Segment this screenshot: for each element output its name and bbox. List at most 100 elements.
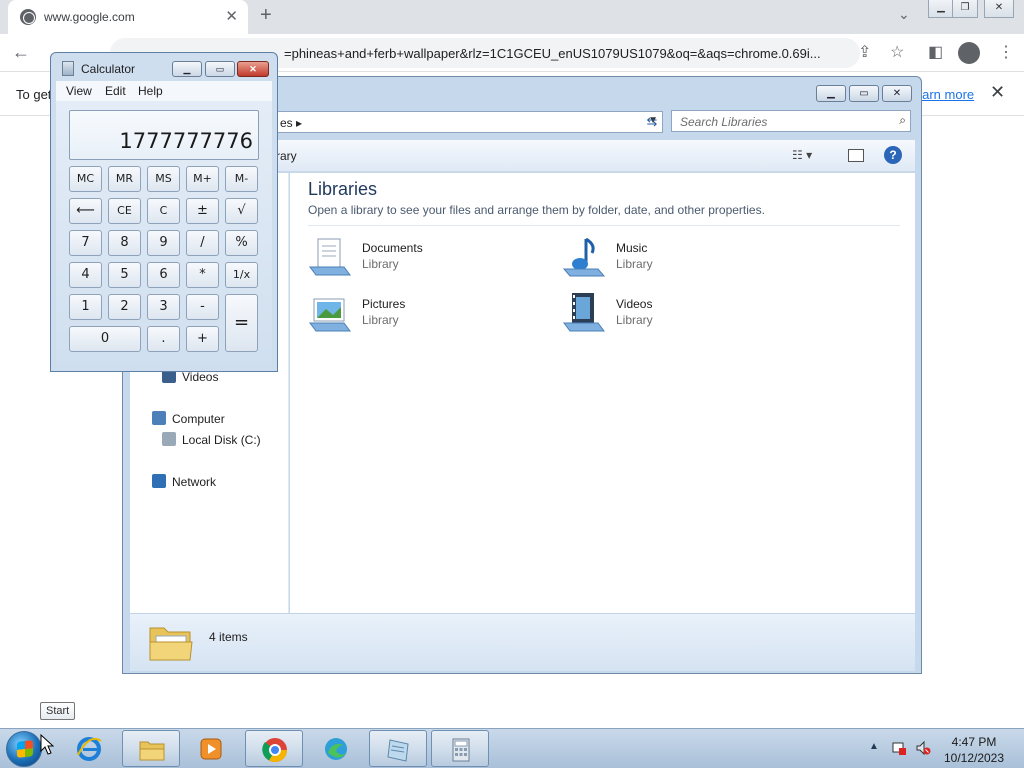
library-name: Videos <box>616 297 653 311</box>
ms-button[interactable]: MS <box>147 166 180 192</box>
taskbar-chrome[interactable] <box>245 730 303 767</box>
explorer-maximize-button[interactable]: ▭ <box>849 85 879 102</box>
browser-tab[interactable]: www.google.com ✕ <box>8 0 248 34</box>
digit-8-button[interactable]: 8 <box>108 230 141 256</box>
start-tooltip: Start <box>40 702 76 720</box>
divide-button[interactable]: / <box>186 230 219 256</box>
menu-view[interactable]: View <box>66 84 92 98</box>
notepad-icon <box>387 739 409 762</box>
search-libraries-input[interactable]: Search Libraries ⌕ <box>671 110 911 132</box>
equals-button[interactable]: = <box>225 294 258 352</box>
item-count: 4 items <box>209 630 248 644</box>
nav-item-local-disk[interactable]: Local Disk (C:) <box>162 432 261 447</box>
taskbar-windows-explorer[interactable] <box>122 730 180 767</box>
system-clock[interactable]: 4:47 PM 10/12/2023 <box>940 734 1008 766</box>
nav-item-network[interactable]: Network <box>152 474 216 489</box>
action-center-flag-icon[interactable] <box>891 740 907 756</box>
negate-button[interactable]: ± <box>186 198 219 224</box>
taskbar-calculator[interactable] <box>431 730 489 767</box>
divider <box>308 225 900 226</box>
digit-4-button[interactable]: 4 <box>69 262 102 288</box>
decimal-button[interactable]: . <box>147 326 180 352</box>
explorer-address-bar[interactable]: es ▸ ▼ <box>273 111 663 133</box>
profile-avatar-icon[interactable] <box>958 42 980 64</box>
taskbar-media-player[interactable] <box>182 730 240 767</box>
square-root-button[interactable]: √ <box>225 198 258 224</box>
library-name: Pictures <box>362 297 406 311</box>
library-documents[interactable]: Documents Library <box>308 235 528 281</box>
library-videos[interactable]: Videos Library <box>562 291 782 337</box>
digit-6-button[interactable]: 6 <box>147 262 180 288</box>
computer-icon <box>152 411 166 425</box>
taskbar: ▲ 4:47 PM 10/12/2023 <box>0 728 1024 768</box>
search-icon[interactable]: ⌕ <box>899 113 906 128</box>
digit-0-button[interactable]: 0 <box>69 326 141 352</box>
taskbar-edge[interactable] <box>307 730 365 767</box>
digit-3-button[interactable]: 3 <box>147 294 180 320</box>
taskbar-notepad[interactable] <box>369 730 427 767</box>
url-text[interactable]: =phineas+and+ferb+wallpaper&rlz=1C1GCEU_… <box>284 46 850 61</box>
pictures-icon <box>309 298 351 332</box>
share-icon[interactable]: ⇪ <box>858 42 871 62</box>
digit-7-button[interactable]: 7 <box>69 230 102 256</box>
library-pictures[interactable]: Pictures Library <box>308 291 528 337</box>
info-bar-close-icon[interactable]: ✕ <box>990 82 1005 103</box>
calculator-title: Calculator <box>81 62 136 76</box>
nav-item-computer[interactable]: Computer <box>152 411 225 426</box>
calculator-body: 1777777776 MC MR MS M+ M- ⟵ CE C ± √ 7 8… <box>56 101 272 367</box>
help-icon[interactable]: ? <box>884 146 902 164</box>
percent-button[interactable]: % <box>225 230 258 256</box>
preview-pane-icon[interactable] <box>848 149 864 162</box>
show-hidden-icons-arrow-icon[interactable]: ▲ <box>869 741 879 752</box>
subtract-button[interactable]: - <box>186 294 219 320</box>
calculator-close-button[interactable]: ✕ <box>237 61 269 77</box>
restore-button[interactable]: ❐ <box>952 0 978 18</box>
menu-dots-icon[interactable]: ⋮ <box>998 42 1014 62</box>
library-music[interactable]: Music Library <box>562 235 782 281</box>
backspace-button[interactable]: ⟵ <box>69 198 102 224</box>
edge-icon <box>325 738 347 760</box>
taskbar-internet-explorer[interactable] <box>60 730 118 767</box>
mc-button[interactable]: MC <box>69 166 102 192</box>
bookmark-star-icon[interactable]: ☆ <box>890 42 904 62</box>
clear-button[interactable]: C <box>147 198 180 224</box>
explorer-close-button[interactable]: ✕ <box>882 85 912 102</box>
explorer-minimize-button[interactable]: ▁ <box>816 85 846 102</box>
back-arrow-icon[interactable]: ← <box>12 42 30 63</box>
start-button[interactable] <box>6 731 42 767</box>
menu-edit[interactable]: Edit <box>105 84 126 98</box>
digit-5-button[interactable]: 5 <box>108 262 141 288</box>
reciprocal-button[interactable]: 1/x <box>225 262 258 288</box>
library-name: Music <box>616 241 648 255</box>
command-bar-label[interactable]: rary <box>276 149 297 163</box>
side-panel-icon[interactable]: ◧ <box>928 42 943 62</box>
internet-explorer-icon <box>77 737 102 761</box>
speaker-muted-icon[interactable] <box>915 740 931 756</box>
new-tab-button[interactable]: + <box>260 4 272 27</box>
tab-close-icon[interactable]: ✕ <box>225 7 238 25</box>
digit-2-button[interactable]: 2 <box>108 294 141 320</box>
tab-search-chevron-icon[interactable]: ⌄ <box>898 6 910 23</box>
multiply-button[interactable]: * <box>186 262 219 288</box>
close-button[interactable]: ✕ <box>984 0 1014 18</box>
mouse-cursor-icon <box>40 734 54 755</box>
m-plus-button[interactable]: M+ <box>186 166 219 192</box>
digit-1-button[interactable]: 1 <box>69 294 102 320</box>
calculator-minimize-button[interactable]: ▁ <box>172 61 202 77</box>
page-title: Libraries <box>308 179 378 199</box>
library-kind: Library <box>362 313 399 327</box>
refresh-icon[interactable]: ⇆ <box>641 111 663 133</box>
digit-9-button[interactable]: 9 <box>147 230 180 256</box>
add-button[interactable]: + <box>186 326 219 352</box>
mr-button[interactable]: MR <box>108 166 141 192</box>
breadcrumb[interactable]: es ▸ <box>280 116 302 130</box>
chrome-icon <box>262 738 287 763</box>
info-bar-text: To get <box>16 87 52 102</box>
minimize-button[interactable]: ▁ <box>928 0 954 18</box>
menu-help[interactable]: Help <box>138 84 163 98</box>
calculator-maximize-button[interactable]: ▭ <box>205 61 235 77</box>
m-minus-button[interactable]: M- <box>225 166 258 192</box>
change-view-icon[interactable]: ☷ ▾ <box>792 148 812 162</box>
drive-icon <box>162 432 176 446</box>
clear-entry-button[interactable]: CE <box>108 198 141 224</box>
